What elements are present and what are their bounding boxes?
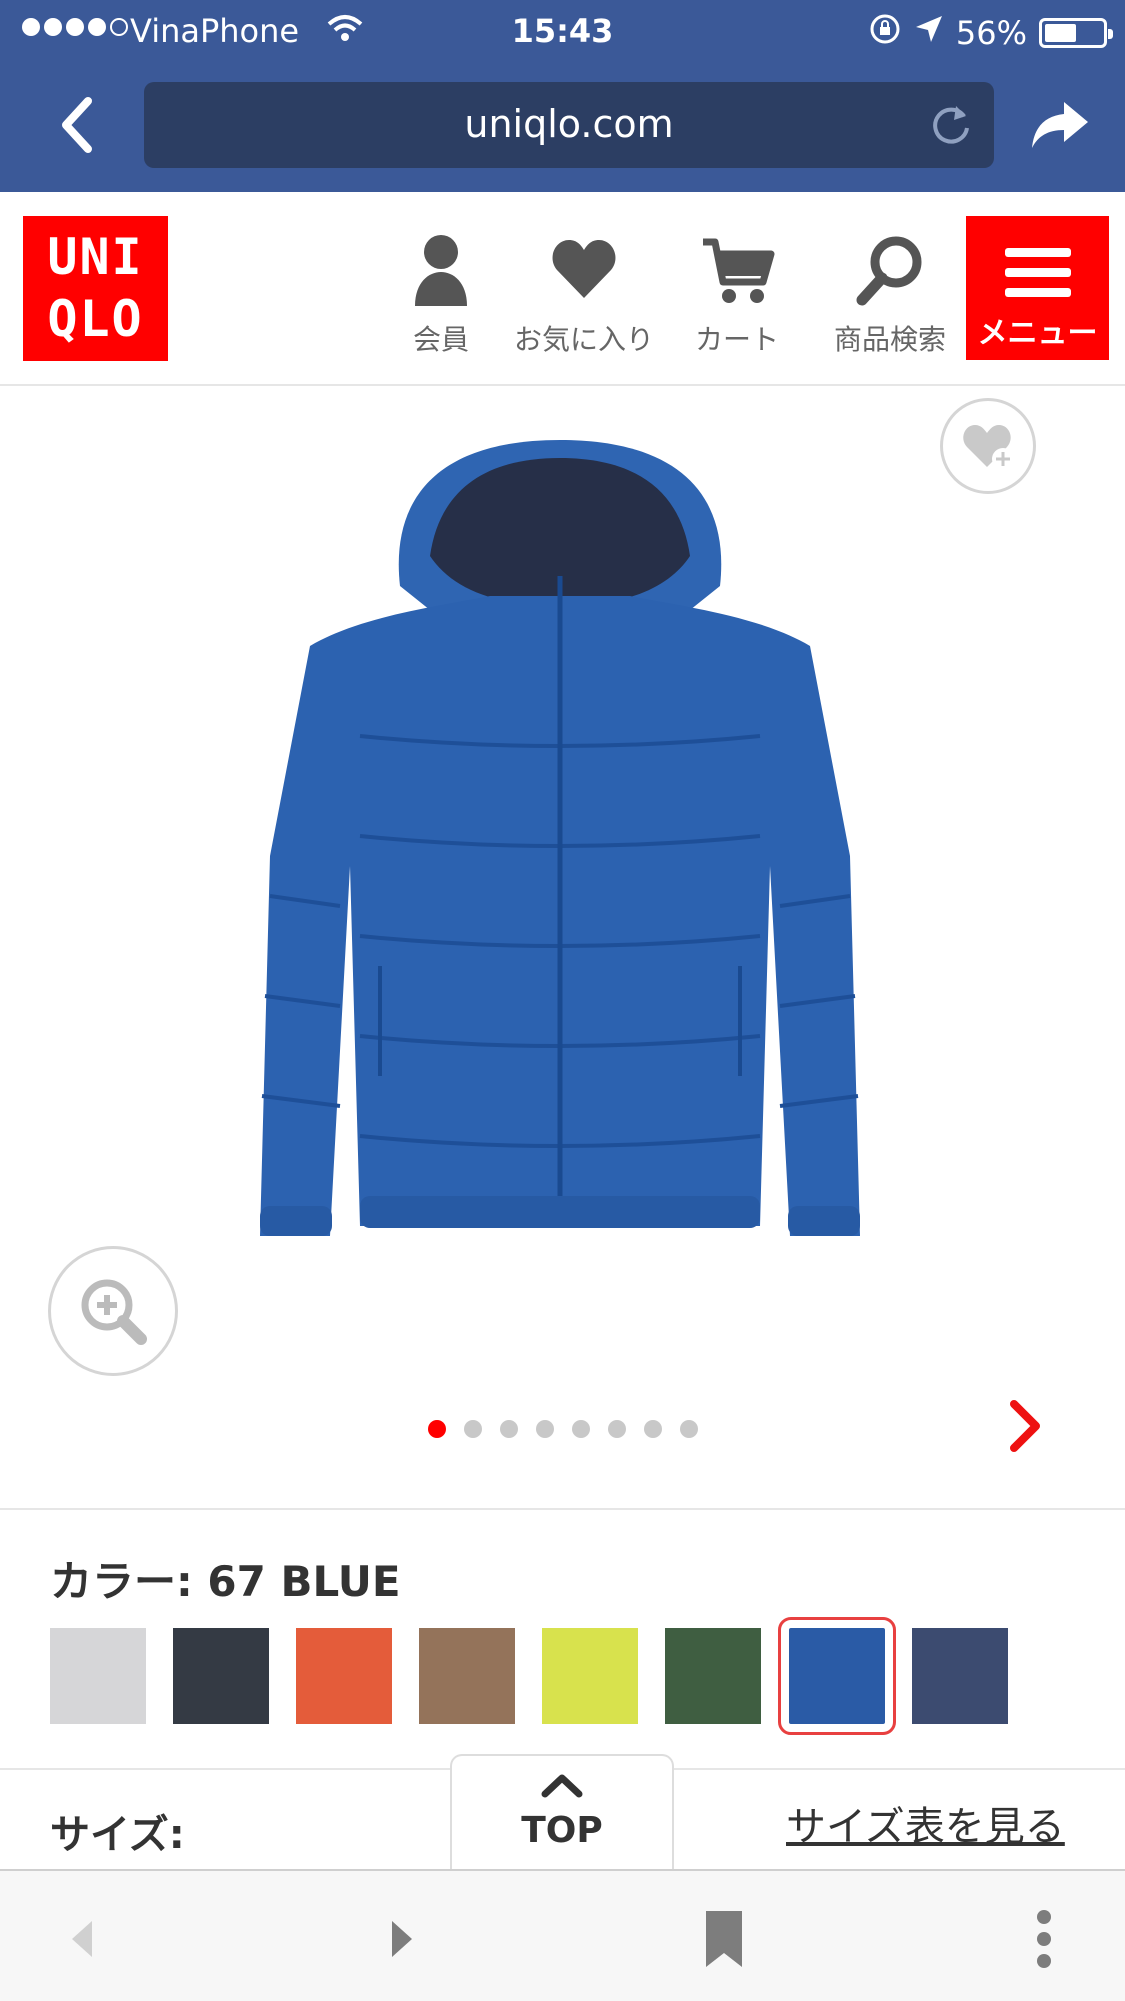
pagination-dot[interactable] [428,1420,446,1438]
nav-member[interactable]: 会員 [366,232,516,358]
next-image-chevron-right-icon[interactable] [1000,1396,1050,1456]
status-bar: VinaPhone 15:43 56% [0,0,1125,62]
heart-plus-icon [963,425,1014,470]
pagination-dot[interactable] [680,1420,698,1438]
nav-member-label: 会員 [412,323,469,356]
logo-line-2: QLO [47,290,144,348]
nav-search[interactable]: 商品検索 [815,232,965,358]
color-selector: カラー: 67 BLUE [0,1508,1125,1770]
browser-toolbar [0,1869,1125,2001]
nav-search-label: 商品検索 [833,323,946,356]
size-label: サイズ: [50,1812,185,1858]
nav-favorites-label: お気に入り [513,323,654,356]
menu-label: メニュー [977,316,1098,351]
pagination-dot[interactable] [572,1420,590,1438]
bookmark-icon[interactable] [694,1909,754,1969]
size-chart-link[interactable]: サイズ表を見る [786,1794,1065,1852]
color-swatch[interactable] [50,1628,146,1724]
color-swatch[interactable] [778,1617,896,1735]
address-bar[interactable]: uniqlo.com [144,82,994,168]
heart-icon [552,240,616,298]
site-header: UNI QLO 会員 お気に入り カート 商品検索 メニュー [0,192,1125,386]
more-icon[interactable] [1014,1909,1074,1969]
color-swatch[interactable] [296,1628,392,1724]
uniqlo-logo[interactable]: UNI QLO [23,216,168,361]
battery-icon [1039,18,1113,48]
rotation-lock-icon [868,12,902,54]
color-swatch[interactable] [542,1628,638,1724]
add-favorite-button[interactable] [940,398,1036,494]
menu-button[interactable]: メニュー [966,216,1109,360]
cart-icon [703,238,775,303]
pagination-dot[interactable] [500,1420,518,1438]
browser-back-chevron-icon[interactable] [50,95,110,155]
zoom-in-icon [81,1279,147,1345]
product-image[interactable] [250,436,870,1296]
nav-cart[interactable]: カート [662,232,812,358]
color-label: カラー: 67 BLUE [50,1557,401,1606]
zoom-button[interactable] [48,1246,178,1376]
product-gallery [0,386,1125,1506]
nav-cart-label: カート [694,323,779,356]
top-label: TOP [521,1810,603,1851]
image-pagination [428,1420,698,1438]
hamburger-icon [1004,248,1071,297]
color-swatch[interactable] [419,1628,515,1724]
logo-line-1: UNI [47,228,144,286]
chevron-up-icon [541,1774,583,1798]
person-icon [415,235,467,306]
color-swatch[interactable] [173,1628,269,1724]
location-arrow-icon [914,14,944,52]
back-icon[interactable] [52,1909,112,1969]
nav-favorites[interactable]: お気に入り [509,232,659,358]
back-to-top-button[interactable]: TOP [450,1754,674,1870]
browser-chrome: VinaPhone 15:43 56% uniqlo.com [0,0,1125,192]
color-swatch[interactable] [912,1628,1008,1724]
search-icon [856,236,922,306]
pagination-dot[interactable] [644,1420,662,1438]
color-swatch[interactable] [665,1628,761,1724]
share-icon[interactable] [1028,98,1092,154]
url-text: uniqlo.com [464,102,674,146]
pagination-dot[interactable] [536,1420,554,1438]
battery-percent: 56% [955,14,1027,52]
forward-icon[interactable] [372,1909,432,1969]
pagination-dot[interactable] [608,1420,626,1438]
reload-icon[interactable] [926,100,976,150]
pagination-dot[interactable] [464,1420,482,1438]
